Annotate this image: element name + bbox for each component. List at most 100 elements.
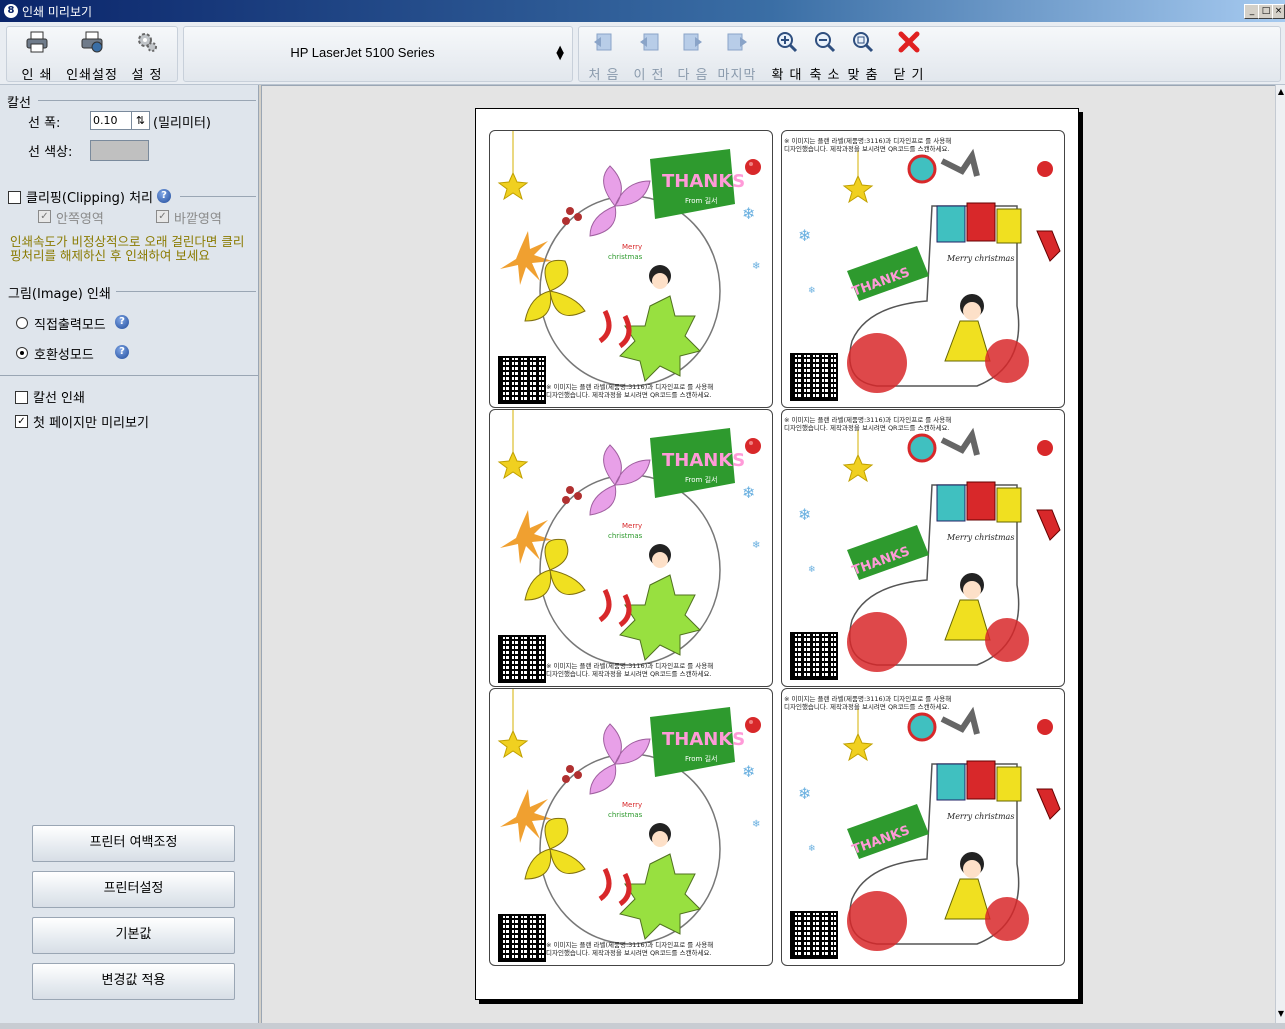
merry-text: Merry	[622, 522, 642, 530]
qr-code-icon	[790, 632, 838, 680]
merry-christmas-text: Merry christmas	[946, 812, 1014, 821]
christmas-text: christmas	[608, 532, 643, 540]
card-notice-line-2: 디자인했습니다. 제작과정을 보시려면 QR코드를 스캔하세요.	[784, 145, 950, 153]
clip-outer-checkbox[interactable]: ✓	[156, 210, 169, 223]
card-notice-line-1: ※ 이미지는 플랜 라벨(제품명:3116)과 디자인프로 를 사용해	[546, 383, 714, 391]
zoom-out-icon	[815, 32, 836, 53]
thanks-text: THANKS	[662, 450, 745, 471]
zoom-in-label: 확 대	[771, 68, 803, 83]
thanks-text: THANKS	[662, 171, 745, 192]
close-icon	[898, 31, 920, 53]
printer-select-value: HP LaserJet 5100 Series	[290, 45, 435, 60]
prev-page-label: 이 전	[633, 68, 665, 83]
card-notice-line-2: 디자인했습니다. 제작과정을 보시려면 QR코드를 스캔하세요.	[784, 424, 950, 432]
direct-mode-help-icon[interactable]: ?	[115, 315, 129, 329]
section-divider	[180, 196, 256, 197]
window-title: 인쇄 미리보기	[22, 5, 93, 19]
cutline-section-header: 칼선	[7, 96, 31, 111]
prev-page-button[interactable]: 이 전	[627, 26, 671, 83]
direct-mode-label: 직접출력모드	[34, 318, 106, 333]
zoom-in-button[interactable]: 확 대	[766, 26, 808, 83]
svg-text:❄: ❄	[798, 505, 811, 524]
close-window-button[interactable]: ×	[1272, 4, 1285, 19]
next-page-label: 다 음	[677, 68, 709, 83]
svg-text:❄: ❄	[808, 844, 816, 854]
card-notice-line-1: ※ 이미지는 플랜 라벨(제품명:3116)과 디자인프로 를 사용해	[546, 941, 714, 949]
fit-label: 맞 춤	[847, 68, 879, 83]
clip-inner-checkbox[interactable]: ✓	[38, 210, 51, 223]
line-width-input[interactable]: 0.10	[90, 111, 132, 130]
line-width-label: 선 폭:	[28, 116, 61, 131]
line-color-swatch[interactable]	[90, 140, 149, 161]
vertical-scrollbar[interactable]: ▲ ▼	[1275, 85, 1285, 1023]
svg-text:❄: ❄	[798, 784, 811, 803]
scroll-up-icon[interactable]: ▲	[1276, 87, 1285, 96]
first-page-button[interactable]: 처 음	[582, 26, 626, 83]
default-values-button[interactable]: 기본값	[32, 917, 235, 954]
updown-arrow-icon: ▲ ▼	[556, 44, 564, 62]
svg-text:❄: ❄	[752, 540, 760, 551]
christmas-text: christmas	[608, 253, 643, 261]
scroll-down-icon[interactable]: ▼	[1276, 1009, 1285, 1018]
svg-text:❄: ❄	[742, 762, 755, 781]
section-divider	[116, 291, 256, 292]
title-bar: 8 인쇄 미리보기 _ □ ×	[0, 0, 1285, 22]
print-setup-button[interactable]: 인쇄설정	[64, 26, 120, 83]
card-notice-line-1: ※ 이미지는 플랜 라벨(제품명:3116)과 디자인프로 를 사용해	[784, 137, 952, 145]
clipping-checkbox[interactable]	[8, 191, 21, 204]
section-divider	[38, 100, 256, 101]
compat-mode-radio[interactable]	[16, 347, 28, 359]
section-divider	[0, 375, 258, 376]
print-cutline-checkbox[interactable]	[15, 391, 28, 404]
printer-setup-button[interactable]: 프린터설정	[32, 871, 235, 908]
close-button[interactable]: 닫 기	[888, 26, 930, 83]
prev-page-icon	[640, 33, 659, 51]
svg-text:❄: ❄	[798, 226, 811, 245]
line-width-spinner[interactable]: ⇅	[131, 111, 150, 130]
next-page-icon	[683, 33, 702, 51]
card-notice-line-1: ※ 이미지는 플랜 라벨(제품명:3116)과 디자인프로 를 사용해	[546, 662, 714, 670]
zoom-out-button[interactable]: 축 소	[806, 26, 844, 83]
next-page-button[interactable]: 다 음	[671, 26, 715, 83]
line-width-unit: (밀리미터)	[153, 116, 211, 131]
svg-text:❄: ❄	[808, 286, 816, 296]
qr-code-icon	[790, 911, 838, 959]
clipping-help-icon[interactable]: ?	[157, 189, 171, 203]
preview-page: THANKS From 길서 Merry christmas ❄ ❄ ※ 이미지…	[475, 108, 1079, 1000]
from-text: From 길서	[685, 475, 717, 484]
clipping-label: 클리핑(Clipping) 처리	[26, 191, 153, 206]
clip-outer-label: 바깥영역	[174, 212, 222, 227]
svg-text:❄: ❄	[752, 819, 760, 830]
svg-text:❄: ❄	[742, 204, 755, 223]
label-card-thanks: THANKS From 길서 Merry christmas ❄ ❄ ※ 이미지…	[489, 409, 773, 687]
svg-text:❄: ❄	[742, 483, 755, 502]
card-notice-line-1: ※ 이미지는 플랜 라벨(제품명:3116)과 디자인프로 를 사용해	[784, 695, 952, 703]
first-page-label: 처 음	[588, 68, 620, 83]
card-notice-line-2: 디자인했습니다. 제작과정을 보시려면 QR코드를 스캔하세요.	[546, 391, 712, 399]
first-page-only-checkbox[interactable]: ✓	[15, 415, 28, 428]
label-card-thanks: THANKS From 길서 Merry christmas ❄ ❄ ※ 이미지…	[489, 130, 773, 408]
compat-mode-help-icon[interactable]: ?	[115, 345, 129, 359]
printer-select[interactable]: HP LaserJet 5100 Series ▲ ▼	[185, 26, 570, 80]
direct-mode-radio[interactable]	[16, 317, 28, 329]
clip-inner-label: 안쪽영역	[56, 212, 104, 227]
qr-code-icon	[498, 914, 546, 962]
fit-button[interactable]: 맞 춤	[843, 26, 883, 83]
christmas-text: christmas	[608, 811, 643, 819]
fit-icon	[853, 32, 874, 53]
label-card-stocking: THANKS Merry christmas ❄ ❄ ※ 이미지는 플랜 라벨(…	[781, 688, 1065, 966]
zoom-in-icon	[777, 32, 798, 53]
settings-button[interactable]: 설 정	[124, 26, 170, 83]
print-label: 인 쇄	[21, 68, 53, 83]
status-bar	[0, 1023, 1285, 1029]
merry-christmas-text: Merry christmas	[946, 254, 1014, 263]
print-button[interactable]: 인 쇄	[14, 26, 60, 83]
merry-text: Merry	[622, 243, 642, 251]
image-section-header: 그림(Image) 인쇄	[8, 287, 111, 302]
printer-margin-button[interactable]: 프린터 여백조정	[32, 825, 235, 862]
card-notice-line-2: 디자인했습니다. 제작과정을 보시려면 QR코드를 스캔하세요.	[546, 949, 712, 957]
label-card-stocking: THANKS Merry christmas ❄ ❄ ※ 이미지는 플랜 라벨(…	[781, 409, 1065, 687]
apply-changes-button[interactable]: 변경값 적용	[32, 963, 235, 1000]
last-page-button[interactable]: 마지막	[715, 26, 759, 83]
thanks-text: THANKS	[662, 729, 745, 750]
